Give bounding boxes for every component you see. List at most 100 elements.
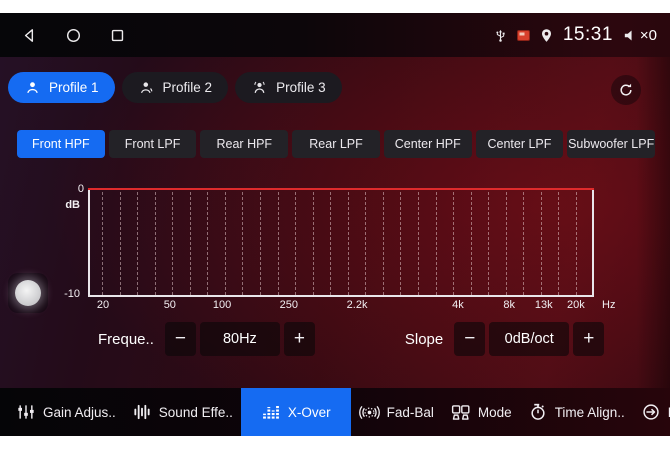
gain-adjust-icon — [16, 402, 36, 422]
gridline — [400, 192, 401, 295]
head-unit-screen: 15:31 ×0 Profile 1 Profile 2 Profile 3 F… — [0, 13, 670, 436]
back-icon[interactable] — [21, 27, 38, 44]
xover-bars-icon — [261, 402, 281, 422]
y-axis-max-label: 0 — [58, 183, 84, 195]
y-axis-unit-label: dB — [54, 199, 80, 211]
profile-tab-3[interactable]: Profile 3 — [235, 72, 342, 103]
gridline — [348, 192, 349, 295]
return-icon — [641, 402, 661, 422]
refresh-icon — [617, 81, 635, 99]
volume-level: ×0 — [640, 27, 657, 44]
gridline — [102, 192, 103, 295]
gridline — [330, 192, 331, 295]
profile-tab-label: Profile 2 — [163, 80, 213, 95]
frequency-value: 80Hz — [200, 322, 280, 356]
nav-gain-adjust[interactable]: Gain Adjus.. — [8, 388, 124, 436]
y-axis-min-label: -10 — [54, 288, 80, 300]
gridline — [313, 192, 314, 295]
user-icon — [24, 79, 41, 96]
x-tick-label: 4k — [452, 299, 464, 311]
nav-return[interactable]: Return — [633, 388, 670, 436]
home-icon[interactable] — [65, 27, 82, 44]
x-tick-label: 20k — [567, 299, 585, 311]
system-nav — [0, 27, 126, 44]
nav-sound-effect[interactable]: Sound Effe.. — [124, 388, 241, 436]
nav-label: Time Align.. — [555, 405, 625, 420]
gridline — [155, 192, 156, 295]
response-curve — [88, 188, 594, 190]
gridline — [207, 192, 208, 295]
fader-balance-icon — [359, 402, 380, 423]
gridline — [541, 192, 542, 295]
gridline — [242, 192, 243, 295]
usb-icon — [493, 27, 508, 44]
x-tick-label: 50 — [164, 299, 176, 311]
gridline — [225, 192, 226, 295]
sound-effect-icon — [132, 402, 152, 422]
volume-indicator: ×0 — [622, 27, 657, 44]
profile-tabs: Profile 1 Profile 2 Profile 3 — [8, 72, 342, 103]
xover-plot: Hz 20501002502.2k4k8k13k20k — [88, 189, 594, 297]
slope-value: 0dB/oct — [489, 322, 569, 356]
nav-label: Mode — [478, 405, 512, 420]
gridline — [172, 192, 173, 295]
gridline — [278, 192, 279, 295]
gridline — [120, 192, 121, 295]
filter-rear-lpf[interactable]: Rear LPF — [292, 130, 380, 158]
status-bar: 15:31 ×0 — [0, 13, 670, 57]
filter-front-lpf[interactable]: Front LPF — [109, 130, 197, 158]
slope-label: Slope — [405, 331, 443, 348]
gridline — [365, 192, 366, 295]
frequency-minus-button[interactable]: − — [165, 322, 196, 356]
floating-knob-button[interactable] — [8, 273, 48, 313]
frequency-label: Freque.. — [98, 331, 154, 348]
profile-tab-label: Profile 1 — [49, 80, 99, 95]
gridline — [436, 192, 437, 295]
nav-fad-bal[interactable]: Fad-Bal — [351, 388, 442, 436]
gridline — [558, 192, 559, 295]
recents-icon[interactable] — [109, 27, 126, 44]
x-axis-unit-label: Hz — [602, 299, 615, 311]
filter-rear-hpf[interactable]: Rear HPF — [200, 130, 288, 158]
filter-center-hpf[interactable]: Center HPF — [384, 130, 472, 158]
knob-icon — [15, 280, 41, 306]
status-tray: 15:31 ×0 — [493, 24, 670, 46]
gridline — [295, 192, 296, 295]
frequency-plus-button[interactable]: + — [284, 322, 315, 356]
reset-button[interactable] — [611, 75, 641, 105]
bottom-nav: Gain Adjus.. Sound Effe.. X-Over Fad-Bal… — [0, 388, 670, 436]
filter-center-lpf[interactable]: Center LPF — [476, 130, 564, 158]
time-align-icon — [528, 402, 548, 422]
x-tick-label: 2.2k — [347, 299, 368, 311]
nav-xover[interactable]: X-Over — [241, 388, 351, 436]
profile-tab-1[interactable]: Profile 1 — [8, 72, 115, 103]
gridline — [137, 192, 138, 295]
gridline — [453, 192, 454, 295]
gridline — [418, 192, 419, 295]
profile-tab-2[interactable]: Profile 2 — [122, 72, 229, 103]
user3-icon — [251, 79, 268, 96]
slope-plus-button[interactable]: + — [573, 322, 604, 356]
nav-time-align[interactable]: Time Align.. — [520, 388, 633, 436]
x-tick-label: 100 — [213, 299, 231, 311]
gridline — [576, 192, 577, 295]
mode-speakers-icon — [450, 402, 471, 423]
nav-mode[interactable]: Mode — [442, 388, 520, 436]
gridline — [471, 192, 472, 295]
nav-label: X-Over — [288, 405, 331, 420]
filter-subwoofer-lpf[interactable]: Subwoofer LPF — [567, 130, 655, 158]
crossover-filter-tabs: Front HPF Front LPF Rear HPF Rear LPF Ce… — [17, 130, 655, 158]
x-tick-label: 20 — [97, 299, 109, 311]
gridline — [506, 192, 507, 295]
slope-minus-button[interactable]: − — [454, 322, 485, 356]
clock: 15:31 — [563, 24, 613, 46]
nav-label: Fad-Bal — [387, 405, 434, 420]
gridline — [260, 192, 261, 295]
gridline — [488, 192, 489, 295]
nav-label: Sound Effe.. — [159, 405, 233, 420]
gridline — [383, 192, 384, 295]
x-tick-label: 250 — [280, 299, 298, 311]
volume-muted-icon — [622, 27, 639, 44]
profile-tab-label: Profile 3 — [276, 80, 326, 95]
filter-front-hpf[interactable]: Front HPF — [17, 130, 105, 158]
